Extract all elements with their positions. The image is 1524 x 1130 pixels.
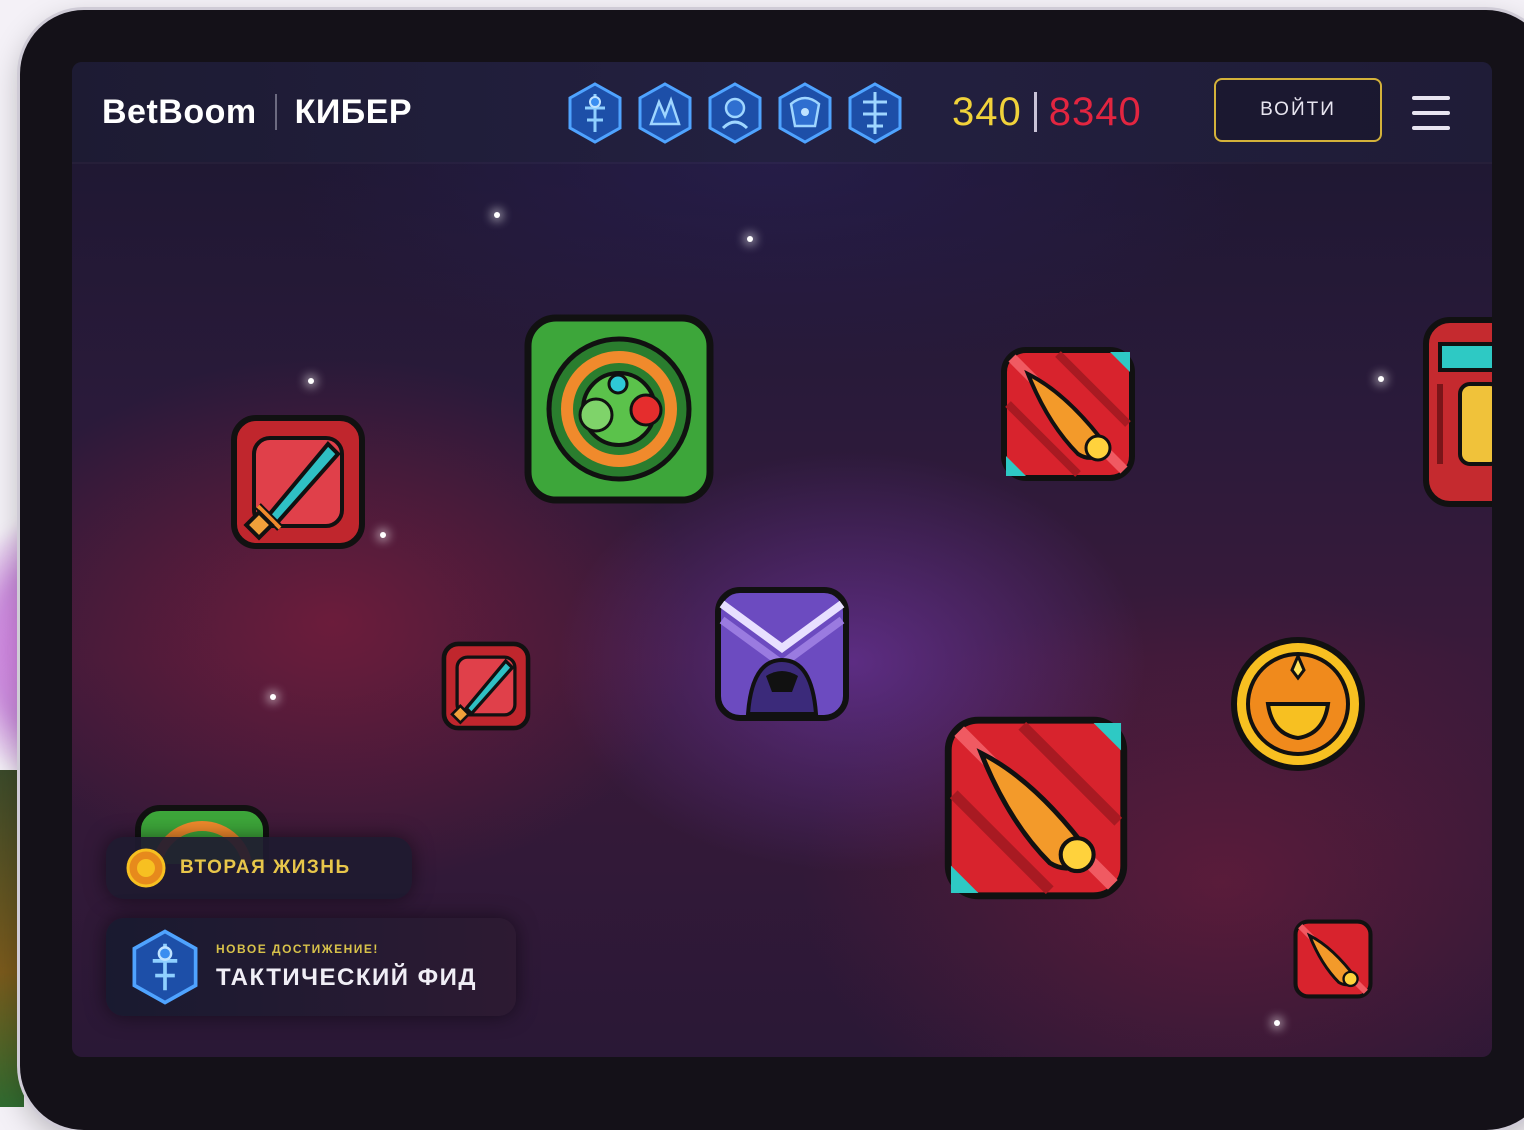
score-primary: 340	[952, 89, 1022, 134]
star-decoration	[270, 694, 276, 700]
menu-icon[interactable]	[1412, 96, 1450, 130]
buff-toast[interactable]: ВТОРАЯ ЖИЗНЬ	[106, 837, 412, 899]
achievement-text: НОВОЕ ДОСТИЖЕНИЕ! ТАКТИЧЕСКИЙ ФИД	[216, 942, 477, 992]
score-divider	[1033, 92, 1037, 132]
login-button[interactable]: ВОЙТИ	[1214, 78, 1382, 142]
achievement-toast[interactable]: НОВОЕ ДОСТИЖЕНИЕ! ТАКТИЧЕСКИЙ ФИД	[106, 918, 516, 1016]
meteor-item-icon[interactable]	[998, 344, 1138, 484]
tablet-frame: BetBoom КИБЕР 340 8340 ВОЙТИ ВТОРАЯ ЖИЗН…	[20, 10, 1524, 1130]
hero-icon[interactable]	[847, 82, 903, 144]
achievement-title: ТАКТИЧЕСКИЙ ФИД	[216, 964, 477, 991]
gold-bowl-token-icon[interactable]	[1228, 634, 1368, 774]
star-decoration	[747, 236, 753, 242]
logo-product: КИБЕР	[294, 92, 413, 131]
hero-icon[interactable]	[777, 82, 833, 144]
top-bar: BetBoom КИБЕР 340 8340 ВОЙТИ	[72, 62, 1492, 162]
achievement-hero-icon	[132, 929, 198, 1005]
score-secondary: 8340	[1048, 89, 1142, 134]
star-decoration	[1378, 376, 1384, 382]
logo[interactable]: BetBoom КИБЕР	[102, 92, 412, 132]
hero-icon-row	[567, 82, 903, 144]
buff-label: ВТОРАЯ ЖИЗНЬ	[180, 857, 351, 878]
dagger-item-small-icon[interactable]	[440, 640, 532, 732]
hooded-hero-icon[interactable]	[712, 584, 852, 724]
star-decoration	[380, 532, 386, 538]
star-decoration	[308, 378, 314, 384]
hero-icon[interactable]	[567, 82, 623, 144]
orb-item-icon[interactable]	[522, 312, 716, 506]
hero-icon[interactable]	[637, 82, 693, 144]
star-decoration	[1274, 1020, 1280, 1026]
logo-divider	[274, 94, 277, 130]
coin-icon	[126, 848, 166, 888]
meteor-item-small-icon[interactable]	[1292, 918, 1374, 1000]
meteor-item-large-icon[interactable]	[940, 712, 1132, 904]
star-decoration	[494, 212, 500, 218]
logo-brand: BetBoom	[102, 92, 257, 131]
achievement-kicker: НОВОЕ ДОСТИЖЕНИЕ!	[216, 942, 379, 956]
hero-icon[interactable]	[707, 82, 763, 144]
dagger-item-icon[interactable]	[228, 412, 368, 552]
chest-item-icon[interactable]	[1420, 314, 1492, 510]
score-display: 340 8340	[952, 84, 1142, 140]
game-screen: BetBoom КИБЕР 340 8340 ВОЙТИ ВТОРАЯ ЖИЗН…	[72, 62, 1492, 1057]
